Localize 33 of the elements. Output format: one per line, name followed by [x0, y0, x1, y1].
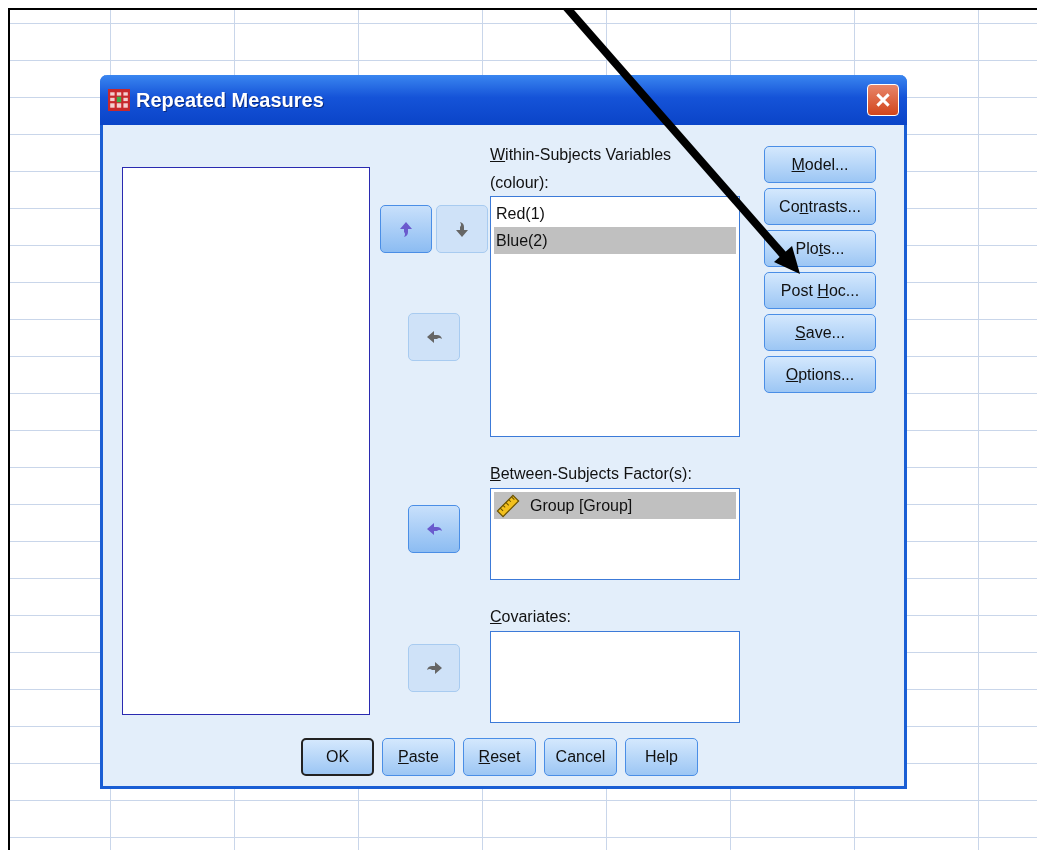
dialog-button[interactable]: Model... — [764, 146, 876, 183]
close-icon — [874, 91, 892, 109]
between-subjects-label: Between-Subjects Factor(s): — [490, 464, 693, 484]
list-item[interactable]: Blue(2) — [494, 227, 736, 254]
down-arrow-icon — [453, 220, 471, 238]
close-button[interactable] — [867, 84, 899, 116]
list-item-text: Group [Group] — [530, 496, 633, 516]
dialog-button[interactable]: Save... — [764, 314, 876, 351]
grid-icon — [108, 89, 130, 111]
dialog-button[interactable]: OK — [301, 738, 374, 776]
list-item[interactable]: Red(1) — [494, 200, 736, 227]
dialog-button[interactable]: Paste — [382, 738, 455, 776]
within-subjects-list[interactable]: Red(1) Blue(2) — [490, 196, 740, 437]
dialog-button[interactable]: Post Hoc... — [764, 272, 876, 309]
move-button[interactable] — [408, 505, 460, 553]
right-arrow-icon — [425, 659, 443, 677]
factor-label: (colour): — [490, 173, 550, 193]
dialog-button[interactable]: Contrasts... — [764, 188, 876, 225]
within-subjects-label: Within-Subjects Variables — [490, 145, 673, 165]
covariates-list[interactable] — [490, 631, 740, 723]
ruler-icon — [496, 493, 520, 518]
up-arrow-icon — [397, 220, 415, 238]
window-title: Repeated Measures — [136, 88, 324, 112]
dialog-button[interactable]: Cancel — [544, 738, 617, 776]
left-arrow-icon — [425, 520, 443, 538]
dialog-button[interactable]: Options... — [764, 356, 876, 393]
left-arrow-icon — [425, 328, 443, 346]
covariates-label: Covariates: — [490, 607, 572, 627]
between-subjects-list[interactable]: Group [Group] — [490, 488, 740, 580]
move-button[interactable] — [380, 205, 432, 253]
dialog-button[interactable]: Reset — [463, 738, 536, 776]
dialog-button[interactable]: Help — [625, 738, 698, 776]
list-item[interactable]: Group [Group] — [494, 492, 736, 519]
